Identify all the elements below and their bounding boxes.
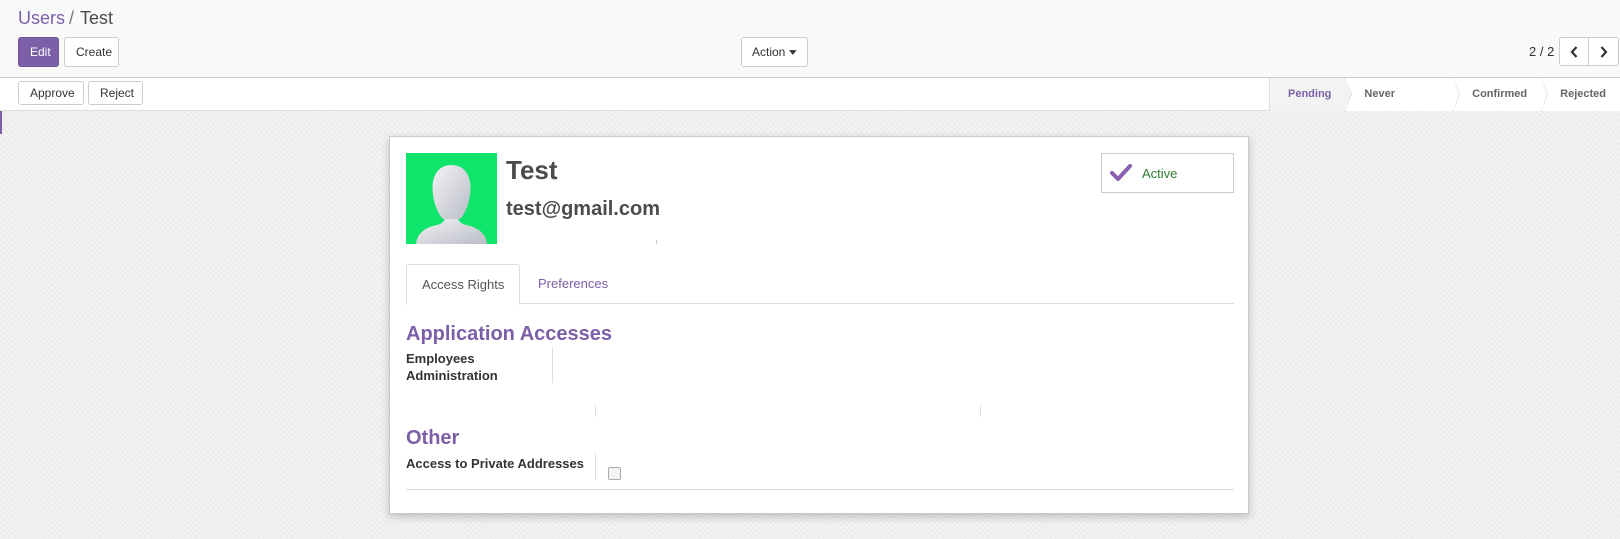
breadcrumb-current: Test <box>80 8 114 28</box>
active-label: Active <box>1142 165 1178 181</box>
pager-previous-button[interactable] <box>1559 37 1589 66</box>
field-underline <box>656 240 657 244</box>
field-label-private-addresses: Access to Private Addresses <box>406 456 585 471</box>
create-button[interactable]: Create <box>64 37 119 67</box>
field-separator <box>595 453 596 480</box>
breadcrumb-separator: / <box>69 8 75 28</box>
user-name: Test <box>506 155 558 185</box>
stage-pipeline: Pending Never Connected Confirmed Reject… <box>1269 78 1620 133</box>
statusbar: Approve Reject Pending Never Connected C… <box>0 78 1620 133</box>
chevron-right-icon <box>1600 45 1607 58</box>
section-divider <box>406 489 1234 490</box>
stage-pending: Pending <box>1269 78 1353 111</box>
breadcrumb-users-link[interactable]: Users <box>18 8 65 28</box>
active-toggle-button[interactable]: Active <box>1101 153 1234 193</box>
edit-button[interactable]: Edit <box>18 37 59 67</box>
avatar[interactable] <box>406 153 497 244</box>
form-sheet: Test test@gmail.com Active Access Rights… <box>389 136 1249 514</box>
pager-next-button[interactable] <box>1588 37 1619 66</box>
control-panel: Users / Test Edit Create Action 2 / 2 <box>0 0 1620 78</box>
section-title-application-accesses: Application Accesses <box>406 323 613 345</box>
stage-rejected: Rejected <box>1541 78 1620 111</box>
action-label: Action <box>752 45 786 59</box>
section-title-other: Other <box>406 427 460 449</box>
tab-access-rights[interactable]: Access Rights <box>406 264 521 305</box>
checkmark-icon <box>1110 164 1132 181</box>
private-addresses-checkbox[interactable] <box>608 467 621 480</box>
action-dropdown-button[interactable]: Action <box>741 37 808 67</box>
breadcrumb: Users / Test <box>18 8 113 29</box>
pager-value[interactable]: 2 / 2 <box>1529 44 1554 59</box>
stage-confirmed: Confirmed <box>1453 78 1549 111</box>
group-separator <box>595 405 596 417</box>
tab-preferences[interactable]: Preferences <box>523 264 623 305</box>
notebook-tabs: Access Rights Preferences <box>406 264 1234 305</box>
approve-button[interactable]: Approve <box>18 81 84 105</box>
group-separator <box>980 405 981 417</box>
reject-button[interactable]: Reject <box>88 81 143 105</box>
field-separator <box>552 347 553 383</box>
user-email: test@gmail.com <box>506 198 660 220</box>
caret-down-icon <box>789 49 797 55</box>
field-label-employees: Employees Administration <box>406 351 498 383</box>
left-accent-bar <box>0 111 2 134</box>
chevron-left-icon <box>1570 45 1578 58</box>
user-placeholder-icon <box>416 165 487 244</box>
stage-never-connected: Never Connected <box>1345 78 1460 133</box>
